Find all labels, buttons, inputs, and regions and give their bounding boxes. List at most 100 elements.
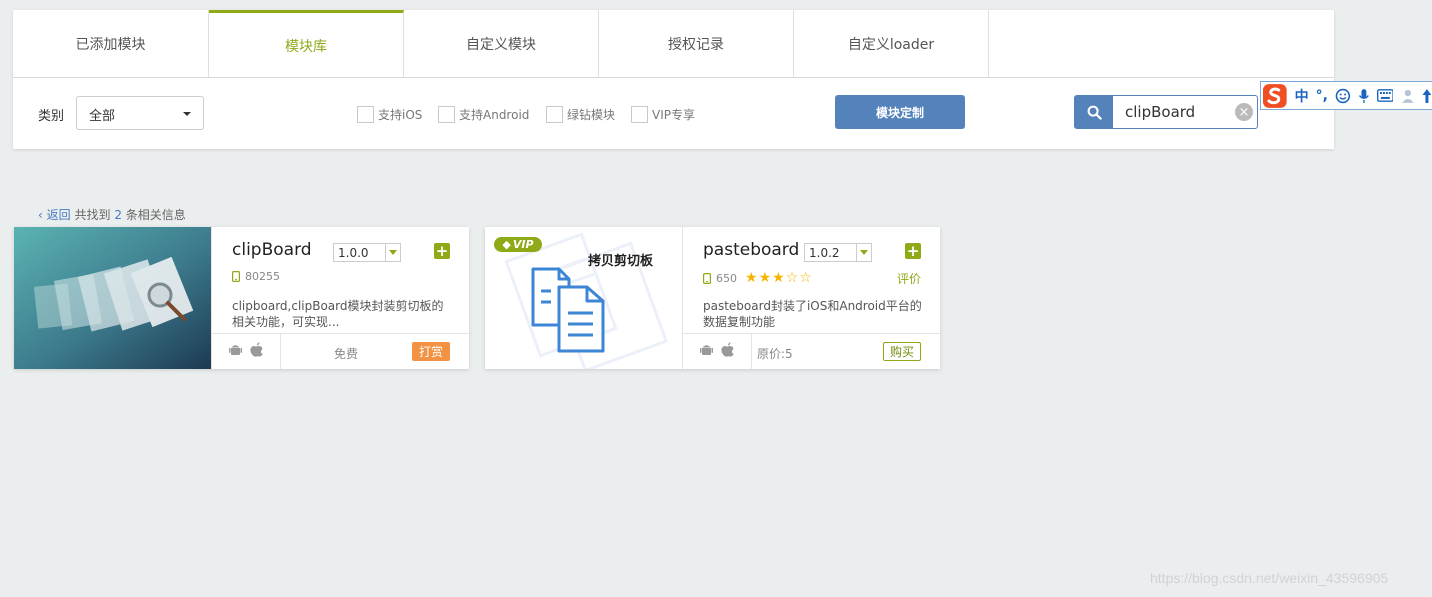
tab-custom-loader[interactable]: 自定义loader — [794, 10, 989, 78]
tab-label: 模块库 — [285, 38, 327, 55]
custom-module-button[interactable]: 模块定制 — [835, 95, 965, 129]
module-info: clipBoard 1.0.0 + 80255 clipboard,clipBo… — [211, 227, 469, 369]
tab-label: 自定义模块 — [466, 37, 536, 53]
chevron-down-icon — [856, 244, 871, 261]
module-description: pasteboard封装了iOS和Android平台的数据复制功能 — [703, 299, 922, 329]
arrow-up-icon[interactable] — [1422, 88, 1432, 104]
apple-icon — [250, 342, 263, 361]
watermark: https://blog.csdn.net/weixin_43596905 — [1150, 570, 1389, 586]
emoji-icon[interactable] — [1335, 88, 1351, 104]
checkbox-vip[interactable]: VIP专享 — [631, 106, 695, 123]
back-link[interactable]: ‹ 返回 — [38, 208, 71, 222]
category-label: 类别 — [38, 109, 65, 124]
user-icon[interactable] — [1400, 88, 1416, 104]
platform-icons — [683, 334, 752, 369]
diamond-icon: ◆ — [502, 238, 511, 251]
add-module-button[interactable]: + — [434, 243, 450, 259]
version-value: 1.0.0 — [338, 246, 369, 260]
add-module-button[interactable]: + — [905, 243, 921, 259]
ime-toolbar: 中 °, — [1260, 81, 1432, 110]
chevron-down-icon — [385, 244, 400, 261]
caret-down-icon — [183, 112, 191, 116]
checkbox-box[interactable] — [438, 106, 455, 123]
star-filled-icon: ★ — [772, 270, 785, 286]
search-button[interactable] — [1075, 96, 1113, 128]
checkbox-box[interactable] — [357, 106, 374, 123]
search-input[interactable] — [1113, 96, 1229, 128]
tab-bar: 已添加模块 模块库 自定义模块 授权记录 自定义loader — [13, 10, 1334, 78]
keyboard-icon[interactable] — [1376, 89, 1394, 102]
android-icon — [700, 342, 713, 361]
result-prefix: 共找到 — [74, 208, 111, 222]
module-thumbnail[interactable] — [14, 227, 211, 369]
tab-auth-records[interactable]: 授权记录 — [599, 10, 794, 78]
star-empty-icon: ☆ — [785, 270, 799, 286]
tab-filler — [989, 10, 1334, 77]
clipboard-thumbnail-image — [14, 227, 211, 369]
star-rating: ★ ★ ★ ☆ ☆ — [745, 270, 813, 286]
vip-label: VIP — [512, 238, 534, 251]
platform-icons — [212, 334, 281, 369]
checkbox-ios[interactable]: 支持iOS — [357, 106, 422, 123]
module-name[interactable]: clipBoard — [232, 240, 312, 260]
result-count: 2 — [114, 208, 122, 222]
checkbox-label: VIP专享 — [652, 108, 695, 122]
checkbox-box[interactable] — [631, 106, 648, 123]
module-footer: 免费 打赏 — [212, 333, 469, 369]
star-empty-icon: ☆ — [799, 270, 812, 286]
search-icon — [1087, 105, 1102, 120]
microphone-icon[interactable] — [1358, 88, 1370, 104]
category-select[interactable]: 全部 — [76, 96, 204, 130]
category-value: 全部 — [89, 109, 116, 124]
checkbox-green-diamond[interactable]: 绿钻模块 — [546, 106, 615, 123]
star-filled-icon: ★ — [758, 270, 772, 286]
tab-custom-modules[interactable]: 自定义模块 — [404, 10, 599, 78]
module-card-clipboard[interactable]: clipBoard 1.0.0 + 80255 clipboard,clipBo… — [14, 227, 469, 369]
price-label: 原价:5 — [757, 347, 793, 361]
back-label: 返回 — [46, 208, 71, 222]
tab-added-modules[interactable]: 已添加模块 — [13, 10, 209, 78]
ime-lang-toggle[interactable]: 中 — [1295, 86, 1309, 106]
checkbox-box[interactable] — [546, 106, 563, 123]
vip-badge: ◆ VIP — [494, 237, 542, 252]
result-info: ‹ 返回 共找到 2 条相关信息 — [38, 206, 186, 223]
sogou-logo-icon[interactable] — [1262, 83, 1288, 109]
checkbox-label: 支持Android — [459, 108, 530, 122]
apple-icon — [721, 342, 734, 361]
tab-label: 已添加模块 — [75, 37, 146, 53]
rate-link[interactable]: 评价 — [897, 270, 921, 287]
module-card-pasteboard[interactable]: ◆ VIP 拷贝剪切板 pasteboard 1.0.2 + 650 ★ ★ ★ … — [485, 227, 940, 369]
punctuation-icon[interactable]: °, — [1316, 88, 1328, 104]
reward-button[interactable]: 打赏 — [412, 342, 450, 361]
checkbox-label: 绿钻模块 — [567, 108, 616, 122]
price-label: 免费 — [334, 347, 359, 361]
module-meta: 650 ★ ★ ★ ☆ ☆ — [703, 270, 813, 286]
checkbox-label: 支持iOS — [378, 108, 423, 122]
search-box: × — [1074, 95, 1258, 129]
tab-module-library[interactable]: 模块库 — [209, 10, 404, 78]
filter-row: 类别 全部 支持iOS 支持Android 绿钻模块 VIP专享 模块定制 cl… — [13, 78, 1334, 148]
star-filled-icon: ★ — [745, 270, 758, 286]
version-value: 1.0.2 — [809, 246, 840, 260]
version-select[interactable]: 1.0.2 — [804, 243, 872, 262]
module-thumbnail[interactable]: ◆ VIP 拷贝剪切板 — [485, 227, 682, 369]
module-info: pasteboard 1.0.2 + 650 ★ ★ ★ ☆ ☆ 评价 past… — [682, 227, 940, 369]
install-count: 80255 — [245, 270, 280, 283]
phone-icon — [703, 272, 711, 284]
clear-icon[interactable]: × — [1235, 103, 1253, 121]
module-footer: 原价:5 购买 — [683, 333, 940, 369]
android-icon — [229, 342, 242, 361]
tab-label: 自定义loader — [847, 37, 935, 53]
phone-icon — [232, 271, 240, 282]
module-meta: 80255 — [232, 270, 280, 283]
install-count: 650 — [716, 271, 737, 285]
tab-label: 授权记录 — [668, 37, 724, 53]
top-panel: 已添加模块 模块库 自定义模块 授权记录 自定义loader 类别 全部 支持i… — [13, 10, 1334, 149]
module-name[interactable]: pasteboard — [703, 240, 799, 260]
thumb-title: 拷贝剪切板 — [588, 254, 654, 269]
module-description: clipboard,clipBoard模块封装剪切板的相关功能，可实现... — [232, 299, 444, 329]
checkbox-android[interactable]: 支持Android — [438, 106, 529, 123]
result-suffix: 条相关信息 — [125, 208, 186, 222]
buy-button[interactable]: 购买 — [883, 342, 921, 361]
version-select[interactable]: 1.0.0 — [333, 243, 401, 262]
